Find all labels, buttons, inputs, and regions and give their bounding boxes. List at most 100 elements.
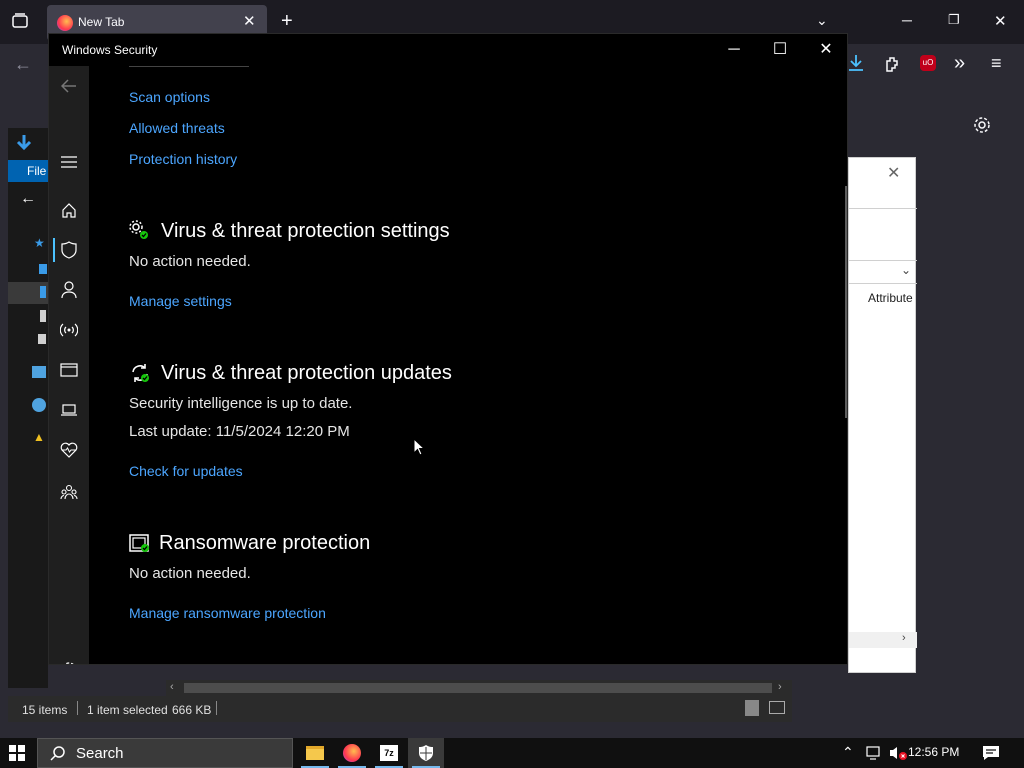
tab-title: New Tab <box>78 15 125 29</box>
ransomware-folder-icon <box>129 532 151 554</box>
downloads-folder-icon <box>40 286 46 298</box>
status-selected: 1 item selected <box>87 703 168 717</box>
shield-icon[interactable] <box>49 234 89 266</box>
divider <box>849 208 917 209</box>
maximize-button[interactable]: ☐ <box>757 34 803 66</box>
customize-newtab-gear-icon[interactable] <box>973 116 991 139</box>
extensions-icon[interactable] <box>884 55 902 78</box>
more-tools-icon[interactable]: » <box>954 52 965 75</box>
windows-security-window: Windows Security ─ ☐ ✕ Scan options Allo… <box>48 33 848 665</box>
downloads-icon[interactable] <box>848 54 864 77</box>
taskbar-clock[interactable]: 12:56 PM <box>908 745 959 759</box>
documents-folder-icon[interactable] <box>40 310 46 322</box>
pictures-folder-icon[interactable] <box>38 334 46 344</box>
search-label: Search <box>76 745 124 762</box>
taskbar-file-explorer[interactable] <box>297 738 333 768</box>
hamburger-menu-icon[interactable]: ≡ <box>991 53 1002 74</box>
browser-restore-icon[interactable]: ❐ <box>948 12 960 28</box>
address-dropdown[interactable]: ⌄ <box>849 260 917 284</box>
notification-center-icon[interactable] <box>982 745 1000 766</box>
heart-health-icon[interactable] <box>49 434 89 466</box>
browser-close-icon[interactable]: ✕ <box>994 12 1007 30</box>
updates-section-title: Virus & threat protection updates <box>161 362 452 384</box>
explorer-close-icon[interactable]: ✕ <box>887 163 900 183</box>
scroll-right-icon[interactable]: › <box>778 681 782 693</box>
quick-access-star-icon[interactable]: ★ <box>34 236 45 250</box>
volume-muted-icon[interactable] <box>888 745 908 766</box>
divider <box>216 701 217 715</box>
explorer-nav-pane: ← ★ ▲ <box>8 128 48 688</box>
protection-history-link[interactable]: Protection history <box>129 151 237 167</box>
wireless-antenna-icon[interactable] <box>49 314 89 346</box>
search-icon <box>50 745 66 765</box>
divider <box>129 66 249 67</box>
hamburger-menu-icon[interactable] <box>49 146 89 178</box>
explorer-status-bar: 15 items 1 item selected 666 KB <box>8 696 792 722</box>
download-arrow-icon <box>16 134 32 157</box>
last-update-text: Last update: 11/5/2024 12:20 PM <box>129 423 350 440</box>
dropdown-chevron-icon: ⌄ <box>901 263 912 277</box>
settings-section-title: Virus & threat protection settings <box>161 220 450 242</box>
explorer-back-arrow-icon[interactable]: ← <box>20 190 36 208</box>
manage-settings-link[interactable]: Manage settings <box>129 293 232 309</box>
back-arrow-icon[interactable]: ← <box>14 54 32 75</box>
status-item-count: 15 items <box>22 703 68 717</box>
manage-ransomware-link[interactable]: Manage ransomware protection <box>129 605 326 621</box>
large-icons-view-icon[interactable] <box>769 701 785 714</box>
scroll-right-icon[interactable]: › <box>902 632 906 644</box>
explorer-hscrollbar[interactable]: ‹ › <box>166 680 792 696</box>
list-tabs-icon[interactable]: ⌄ <box>816 12 828 29</box>
person-icon[interactable] <box>49 274 89 306</box>
minimize-button[interactable]: ─ <box>711 34 757 66</box>
scroll-left-icon[interactable]: ‹ <box>170 681 174 693</box>
scan-options-link[interactable]: Scan options <box>129 89 210 105</box>
back-arrow-icon[interactable] <box>49 70 89 102</box>
linux-tux-icon[interactable]: ▲ <box>33 430 45 444</box>
settings-status: No action needed. <box>129 253 251 270</box>
new-tab-button[interactable]: + <box>281 10 293 33</box>
security-content: Scan options Allowed threats Protection … <box>89 66 847 664</box>
taskbar-search-box[interactable]: Search <box>37 738 293 768</box>
explorer-file-menu[interactable]: File <box>8 160 48 182</box>
close-tab-icon[interactable]: ✕ <box>243 12 256 30</box>
status-size: 666 KB <box>172 703 212 717</box>
updates-status: Security intelligence is up to date. <box>129 395 353 412</box>
firefox-logo-icon <box>57 15 73 31</box>
column-header-attributes[interactable]: Attribute <box>868 291 913 305</box>
family-icon[interactable] <box>49 476 89 508</box>
ransomware-section-title: Ransomware protection <box>159 532 371 554</box>
app-browser-control-icon[interactable] <box>49 354 89 386</box>
scroll-thumb[interactable] <box>184 683 772 693</box>
laptop-icon[interactable] <box>49 394 89 426</box>
taskbar-firefox[interactable] <box>334 738 370 768</box>
security-sidebar <box>49 66 89 664</box>
content-scrollbar[interactable] <box>845 186 847 418</box>
ransomware-status: No action needed. <box>129 565 251 582</box>
home-icon[interactable] <box>49 194 89 226</box>
desktop-folder-icon[interactable] <box>39 264 47 274</box>
details-hscrollbar[interactable]: › <box>849 632 917 648</box>
taskbar-7zip[interactable]: 7z <box>371 738 407 768</box>
show-hidden-icons-chevron[interactable]: ⌃ <box>842 744 854 761</box>
this-pc-icon[interactable] <box>32 366 46 378</box>
ublock-origin-icon[interactable]: uO <box>920 55 936 71</box>
window-title: Windows Security <box>62 43 158 57</box>
settings-gears-icon <box>129 220 151 242</box>
settings-gear-icon[interactable] <box>49 654 89 664</box>
network-status-icon[interactable] <box>865 745 883 766</box>
check-for-updates-link[interactable]: Check for updates <box>129 463 243 479</box>
browser-minimize-icon[interactable]: ─ <box>902 12 912 28</box>
details-view-icon[interactable] <box>745 700 759 716</box>
firefox-view-icon[interactable] <box>8 12 32 36</box>
shield-icon <box>419 745 433 761</box>
update-refresh-icon <box>129 362 151 384</box>
taskbar-windows-security[interactable] <box>408 738 444 768</box>
7zip-logo-icon: 7z <box>380 745 398 761</box>
divider <box>77 701 78 715</box>
start-windows-icon[interactable] <box>9 745 25 766</box>
close-button[interactable]: ✕ <box>803 34 847 66</box>
firefox-logo-icon <box>343 744 361 762</box>
mouse-cursor-icon <box>413 437 426 461</box>
network-icon[interactable] <box>32 398 46 412</box>
allowed-threats-link[interactable]: Allowed threats <box>129 120 225 136</box>
